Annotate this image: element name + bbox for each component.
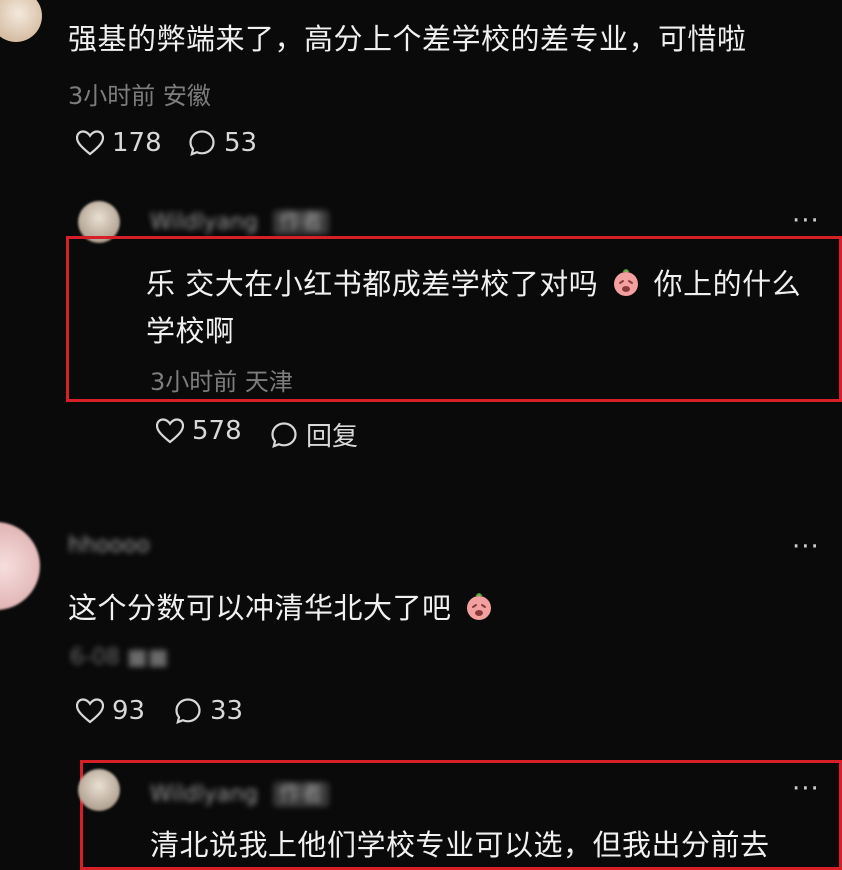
like-button[interactable]: 178 [76,128,162,158]
reply-button[interactable]: 回复 [270,416,358,453]
comment-username[interactable]: hhoooo [68,533,150,558]
more-options-button[interactable]: ··· [792,206,820,236]
like-button[interactable]: 93 [76,696,145,726]
more-options-button[interactable]: ··· [792,532,820,562]
reply-label: 回复 [306,422,359,452]
heart-icon [76,130,104,156]
like-count: 178 [112,128,162,158]
reply-count: 33 [210,696,244,726]
reply-text: 乐 交大在小红书都成差学校了对吗 你上的什么 [146,267,802,301]
avatar[interactable] [0,0,42,42]
reply-meta: 3小时前 天津 [150,362,293,397]
comment-icon [271,421,297,448]
reply-text: 清北说我上他们学校专业可以选，但我出分前去 [150,828,770,862]
reply-avatar[interactable] [78,769,120,811]
comment-location: 安徽 [162,82,211,110]
reply-count-button[interactable]: 53 [188,128,257,158]
comment-meta: 3小时前 安徽 [68,76,211,111]
heart-icon [156,418,184,444]
more-options-button[interactable]: ··· [792,774,820,804]
emoji-icon [613,269,638,296]
reply-location: 天津 [244,368,293,396]
reply-like-button[interactable]: 578 [156,416,242,446]
comment-time: 3小时前 [68,82,156,110]
author-tag: 作者 [272,210,329,235]
reply-count-button[interactable]: 33 [174,696,243,726]
reply-time: 3小时前 [150,368,238,396]
like-count: 578 [192,416,242,446]
reply-username[interactable]: Wildlyang 作者 [150,204,329,236]
heart-icon [76,698,104,724]
emoji-icon [467,593,492,620]
comment-meta: 6-08 ■■ [70,645,169,670]
avatar[interactable] [0,522,40,610]
comment-text: 强基的弊端来了，高分上个差学校的差专业，可惜啦 [68,22,747,56]
reply-count: 53 [224,128,258,158]
reply-username[interactable]: Wildlyang 作者 [150,776,329,808]
comment-icon [189,130,215,156]
comment-text: 这个分数可以冲清华北大了吧 [68,585,497,627]
author-tag: 作者 [272,782,329,807]
comment-icon [175,698,201,724]
like-count: 93 [112,696,146,726]
reply-text-line2: 学校啊 [146,314,235,348]
